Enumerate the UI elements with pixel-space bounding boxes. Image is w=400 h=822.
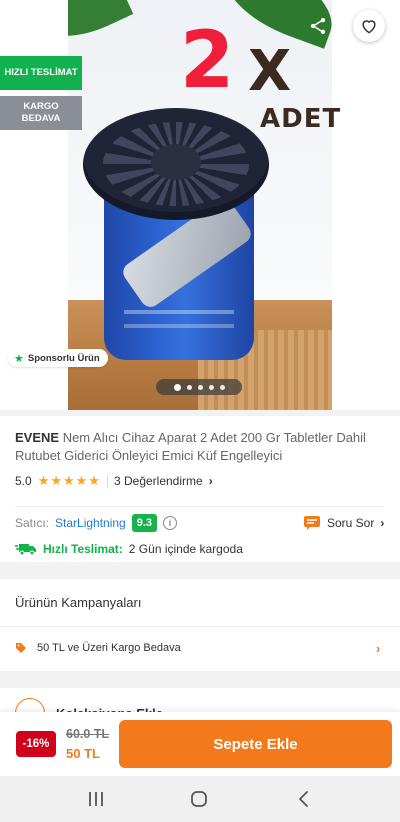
promo-quantity: 2	[180, 16, 235, 106]
free-cargo-badge: KARGO BEDAVA	[0, 96, 82, 130]
delivery-value: 2 Gün içinde kargoda	[128, 542, 243, 556]
promo-word: ADET	[260, 104, 342, 134]
divider	[15, 506, 385, 507]
fast-delivery-badge: HIZLI TESLİMAT	[0, 56, 82, 90]
favorite-button[interactable]	[353, 10, 385, 42]
carousel-dot[interactable]	[197, 384, 203, 390]
home-icon	[191, 791, 207, 807]
reviews-link[interactable]: 3 Değerlendirme	[114, 474, 203, 488]
product-image-carousel[interactable]: 2 X ADET HIZLI TESLİMAT KARGO BEDAVA ★ S…	[0, 0, 400, 410]
product-info-card: EVENE Nem Alıcı Cihaz Aparat 2 Adet 200 …	[0, 416, 400, 562]
heart-icon	[362, 20, 376, 34]
truck-icon	[15, 544, 36, 556]
info-icon[interactable]: i	[163, 516, 178, 530]
chevron-left-icon	[299, 791, 308, 807]
old-price: 60.0 TL	[66, 727, 110, 741]
delivery-row: Hızlı Teslimat: 2 Gün içinde kargoda	[15, 541, 243, 557]
discount-badge: -16%	[16, 731, 56, 757]
purchase-bar: -16% 60.0 TL 50 TL Sepete Ekle	[0, 712, 400, 776]
leaf-decoration	[68, 0, 134, 52]
nav-back-button[interactable]	[292, 787, 316, 811]
seller-link[interactable]: StarLightning	[55, 516, 126, 530]
tag-icon	[16, 643, 26, 653]
chevron-right-icon: ›	[376, 641, 381, 656]
carousel-dot[interactable]	[219, 384, 225, 390]
ask-question-button[interactable]: Soru Sor ›	[303, 512, 384, 534]
sponsored-badge: ★ Sponsorlu Ürün	[8, 349, 108, 367]
seller-label: Satıcı:	[15, 516, 50, 530]
carousel-indicator[interactable]	[156, 379, 242, 395]
share-button[interactable]	[302, 10, 334, 42]
delivery-label: Hızlı Teslimat:	[43, 542, 123, 556]
rating-value: 5.0	[15, 474, 32, 488]
rating-stars: ★★★★★	[37, 473, 101, 488]
system-navigation-bar	[0, 776, 400, 822]
campaign-label: 50 TL ve Üzeri Kargo Bedava	[37, 642, 181, 654]
promo-x: X	[248, 39, 292, 104]
share-icon	[310, 18, 326, 34]
product-title: EVENE Nem Alıcı Cihaz Aparat 2 Adet 200 …	[15, 429, 387, 465]
current-price: 50 TL	[66, 746, 100, 761]
recent-apps-icon	[89, 792, 103, 806]
ask-question-label: Soru Sor	[327, 516, 375, 530]
add-to-cart-button[interactable]: Sepete Ekle	[119, 720, 392, 768]
recent-apps-button[interactable]	[84, 787, 108, 811]
jar-lid	[83, 108, 269, 220]
divider	[106, 474, 108, 488]
chevron-right-icon: ›	[380, 516, 385, 530]
brand-name[interactable]: EVENE	[15, 430, 59, 445]
carousel-dot[interactable]	[186, 384, 192, 390]
campaigns-title: Ürünün Kampanyaları	[15, 595, 142, 610]
lid-center	[151, 144, 201, 180]
campaigns-section: Ürünün Kampanyaları 50 TL ve Üzeri Kargo…	[0, 579, 400, 671]
carousel-dot[interactable]	[173, 383, 181, 391]
product-name: Nem Alıcı Cihaz Aparat 2 Adet 200 Gr Tab…	[15, 430, 366, 463]
seller-row: Satıcı: StarLightning 9.3 i	[15, 512, 178, 534]
divider	[0, 626, 400, 627]
arrow-left-icon	[18, 19, 34, 33]
campaign-item[interactable]: 50 TL ve Üzeri Kargo Bedava	[15, 639, 387, 657]
star-icon: ★	[14, 352, 24, 365]
chat-icon	[304, 516, 320, 530]
rating-row[interactable]: 5.0 ★★★★★ 3 Değerlendirme ›	[15, 473, 213, 489]
back-button[interactable]	[10, 10, 42, 42]
seller-score-badge: 9.3	[131, 514, 158, 532]
chevron-right-icon: ›	[208, 474, 213, 488]
carousel-dot[interactable]	[208, 384, 214, 390]
home-button[interactable]	[187, 787, 211, 811]
sponsored-label: Sponsorlu Ürün	[27, 352, 100, 364]
